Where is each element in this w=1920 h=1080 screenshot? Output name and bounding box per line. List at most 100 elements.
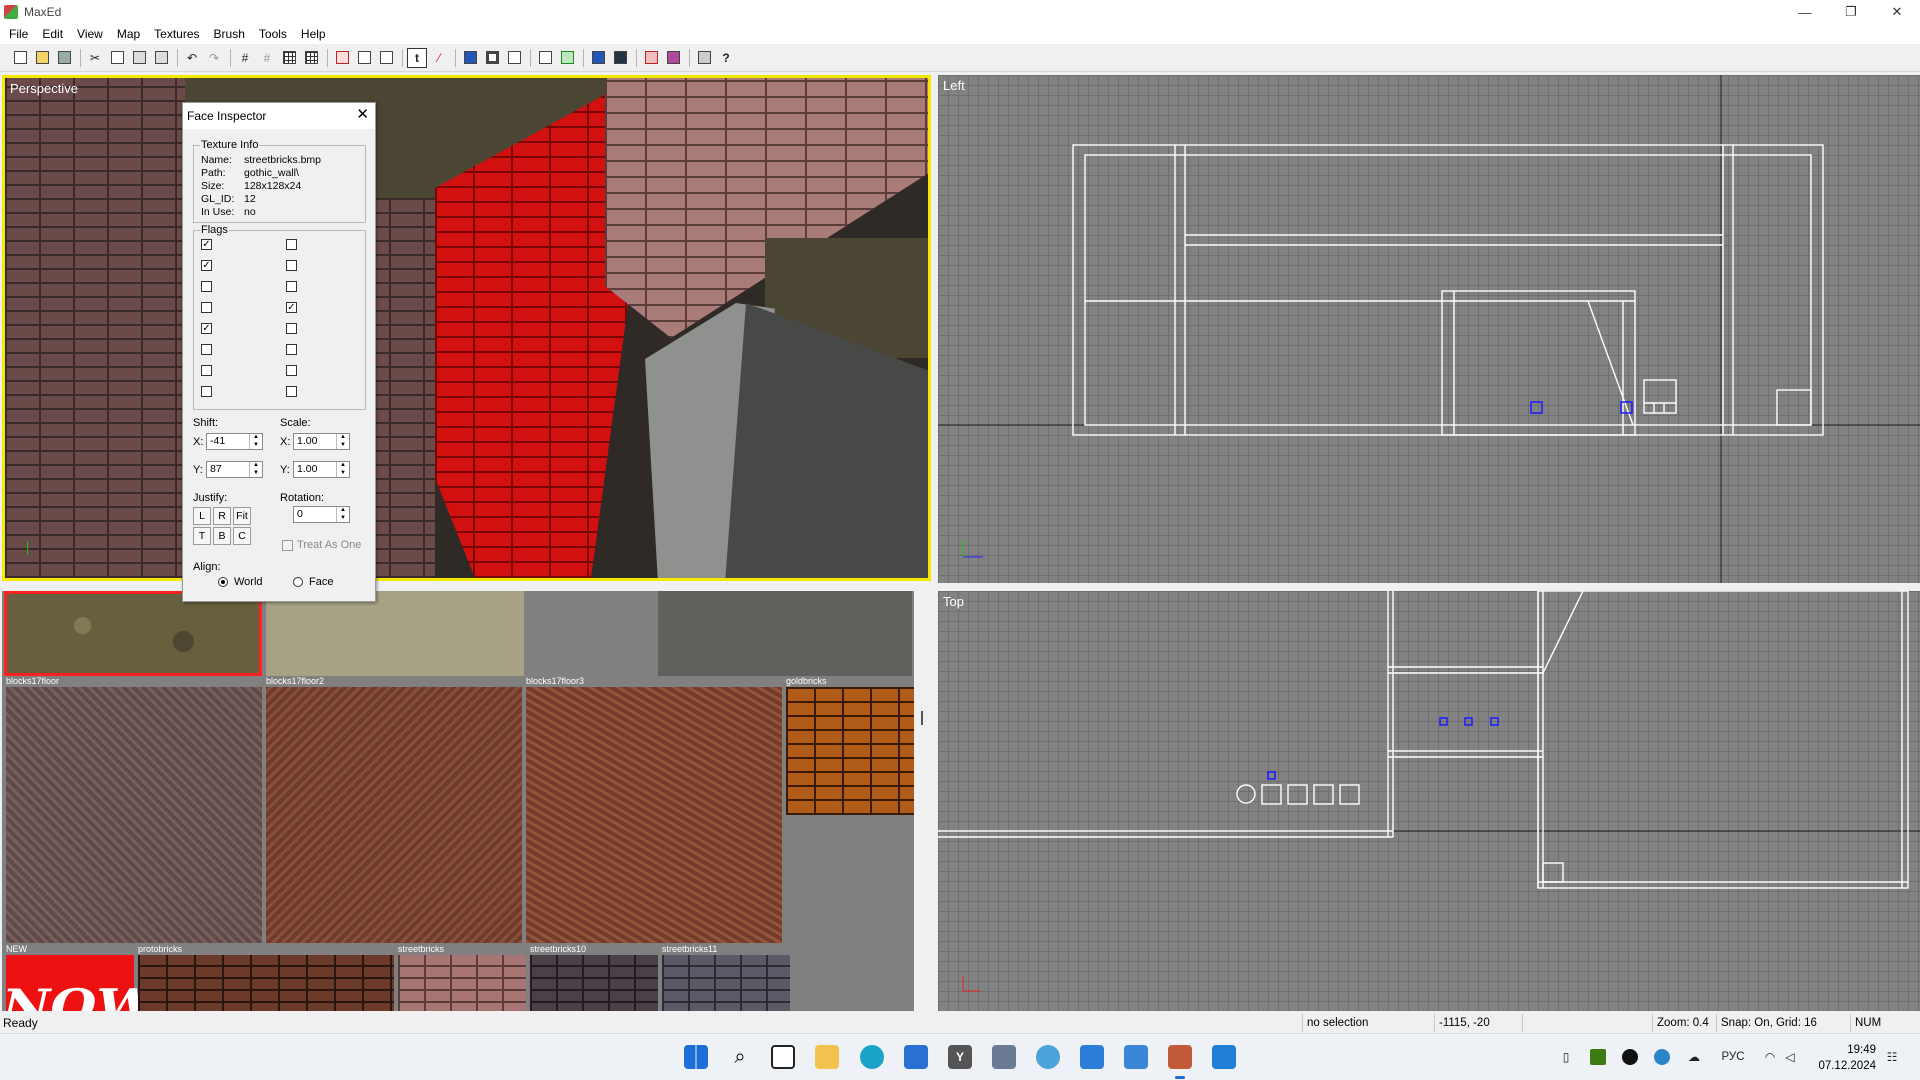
flag-checkbox[interactable] [201, 281, 212, 292]
spin-up-icon[interactable]: ▲ [250, 434, 262, 442]
flag-checkbox[interactable] [201, 302, 212, 313]
spin-up-icon[interactable]: ▲ [250, 462, 262, 470]
link-icon[interactable] [504, 48, 524, 68]
justify-fit-button[interactable]: Fit [233, 507, 251, 525]
texture-thumb-protobricks[interactable] [138, 955, 394, 1011]
texture-thumb-streetbricks[interactable] [398, 955, 526, 1011]
cut-icon[interactable]: ✂ [85, 48, 105, 68]
entity-handle[interactable] [1530, 401, 1543, 414]
menu-map[interactable]: Map [110, 24, 147, 44]
paste-icon[interactable] [129, 48, 149, 68]
spin-down-icon[interactable]: ▼ [250, 442, 262, 450]
scale-y-spinner[interactable]: 1.00 ▲ ▼ [293, 461, 350, 478]
entity-handle[interactable] [1267, 771, 1276, 780]
steam-icon[interactable] [1622, 1049, 1638, 1065]
menu-tools[interactable]: Tools [252, 24, 294, 44]
select-box-icon[interactable] [535, 48, 555, 68]
open-folder-icon[interactable] [32, 48, 52, 68]
scale-x-spinner[interactable]: 1.00 ▲ ▼ [293, 433, 350, 450]
entities-icon[interactable] [610, 48, 630, 68]
clock[interactable]: 19:49 07.12.2024 [1818, 1042, 1876, 1074]
entity-handle[interactable] [1464, 717, 1473, 726]
menu-brush[interactable]: Brush [207, 24, 252, 44]
file-explorer-icon[interactable] [815, 1045, 839, 1069]
calculator-icon[interactable] [992, 1045, 1016, 1069]
flag-checkbox[interactable] [286, 344, 297, 355]
flag-checkbox[interactable]: ✓ [286, 302, 297, 313]
app-y-icon[interactable]: Y [948, 1045, 972, 1069]
menu-textures[interactable]: Textures [147, 24, 206, 44]
flag-checkbox[interactable]: ✓ [201, 260, 212, 271]
texture-browser-scrollbar[interactable] [914, 591, 931, 1011]
flag-checkbox[interactable] [286, 386, 297, 397]
store-icon[interactable] [904, 1045, 928, 1069]
shift-x-value[interactable]: -41 [207, 434, 249, 449]
rotation-value[interactable]: 0 [294, 507, 336, 522]
justify-center-button[interactable]: C [233, 527, 251, 545]
align-world-radio[interactable] [218, 577, 228, 587]
texture-thumb[interactable] [6, 687, 262, 943]
select-green-icon[interactable] [557, 48, 577, 68]
light-entity[interactable] [1236, 784, 1256, 804]
security-icon[interactable] [1654, 1049, 1670, 1065]
justify-top-button[interactable]: T [193, 527, 211, 545]
spin-down-icon[interactable]: ▼ [337, 442, 349, 450]
texture-thumb[interactable] [266, 687, 522, 943]
justify-bottom-button[interactable]: B [213, 527, 231, 545]
csg-subtract-icon[interactable] [641, 48, 661, 68]
texture-thumb-new[interactable]: NOW [2, 955, 156, 1011]
close-icon[interactable]: ✕ [356, 107, 369, 123]
redo-icon[interactable]: ↷ [204, 48, 224, 68]
grid-coarser-icon[interactable] [301, 48, 321, 68]
texture-browser[interactable]: blocks17floor blocks17floor2 blocks17flo… [2, 591, 914, 1011]
scale-x-value[interactable]: 1.00 [294, 434, 336, 449]
texture-thumb-blocks17floor2[interactable] [266, 591, 524, 676]
close-button[interactable]: ✕ [1874, 0, 1920, 24]
spin-down-icon[interactable]: ▼ [337, 515, 349, 523]
flag-checkbox[interactable] [201, 365, 212, 376]
spin-down-icon[interactable]: ▼ [250, 470, 262, 478]
shift-x-spinner[interactable]: -41 ▲ ▼ [206, 433, 263, 450]
spin-down-icon[interactable]: ▼ [337, 470, 349, 478]
face-inspector-titlebar[interactable]: Face Inspector ✕ [183, 103, 375, 129]
network-app-icon[interactable] [1036, 1045, 1060, 1069]
restore-button[interactable]: ❐ [1828, 0, 1874, 24]
shift-y-spinner[interactable]: 87 ▲ ▼ [206, 461, 263, 478]
flag-checkbox[interactable]: ✓ [201, 323, 212, 334]
start-icon[interactable] [684, 1045, 708, 1069]
flag-checkbox[interactable] [201, 344, 212, 355]
copy-icon[interactable] [107, 48, 127, 68]
photos-icon[interactable] [1080, 1045, 1104, 1069]
maxed-taskbar-icon[interactable] [1168, 1045, 1192, 1069]
spin-up-icon[interactable]: ▲ [337, 507, 349, 515]
texture-scale-icon[interactable]: ⁄ [429, 48, 449, 68]
texture-thumb[interactable] [526, 687, 782, 943]
entity-icon[interactable] [588, 48, 608, 68]
texture-thumb-blocks17floor[interactable] [4, 591, 262, 676]
top-viewport[interactable]: Top [938, 591, 1920, 1011]
flag-checkbox[interactable] [286, 260, 297, 271]
texture-lock-icon[interactable]: t [407, 47, 427, 68]
treat-as-one-checkbox[interactable] [282, 540, 293, 551]
brush-red-cube-icon[interactable] [332, 48, 352, 68]
grid-3d-icon[interactable]: # [257, 48, 277, 68]
texture-thumb-blocks17floor3[interactable] [658, 591, 912, 676]
menu-edit[interactable]: Edit [35, 24, 70, 44]
flag-checkbox[interactable] [286, 365, 297, 376]
texture-thumb-goldbricks[interactable] [786, 687, 914, 815]
vertical-splitter[interactable] [931, 75, 938, 1011]
task-view-icon[interactable] [771, 1045, 795, 1069]
csg-merge-icon[interactable] [663, 48, 683, 68]
flag-checkbox[interactable] [201, 386, 212, 397]
brush-stack-icon[interactable] [376, 48, 396, 68]
texture-thumb-streetbricks10[interactable] [530, 955, 658, 1011]
cube-blue-icon[interactable] [460, 48, 480, 68]
flag-checkbox[interactable] [286, 323, 297, 334]
flag-checkbox[interactable] [286, 239, 297, 250]
menu-view[interactable]: View [70, 24, 110, 44]
save-icon[interactable] [54, 48, 74, 68]
vscode-icon[interactable] [1212, 1045, 1236, 1069]
volume-icon[interactable]: ◁ [1782, 1049, 1798, 1065]
edge-browser-icon[interactable] [860, 1045, 884, 1069]
scale-y-value[interactable]: 1.00 [294, 462, 336, 477]
